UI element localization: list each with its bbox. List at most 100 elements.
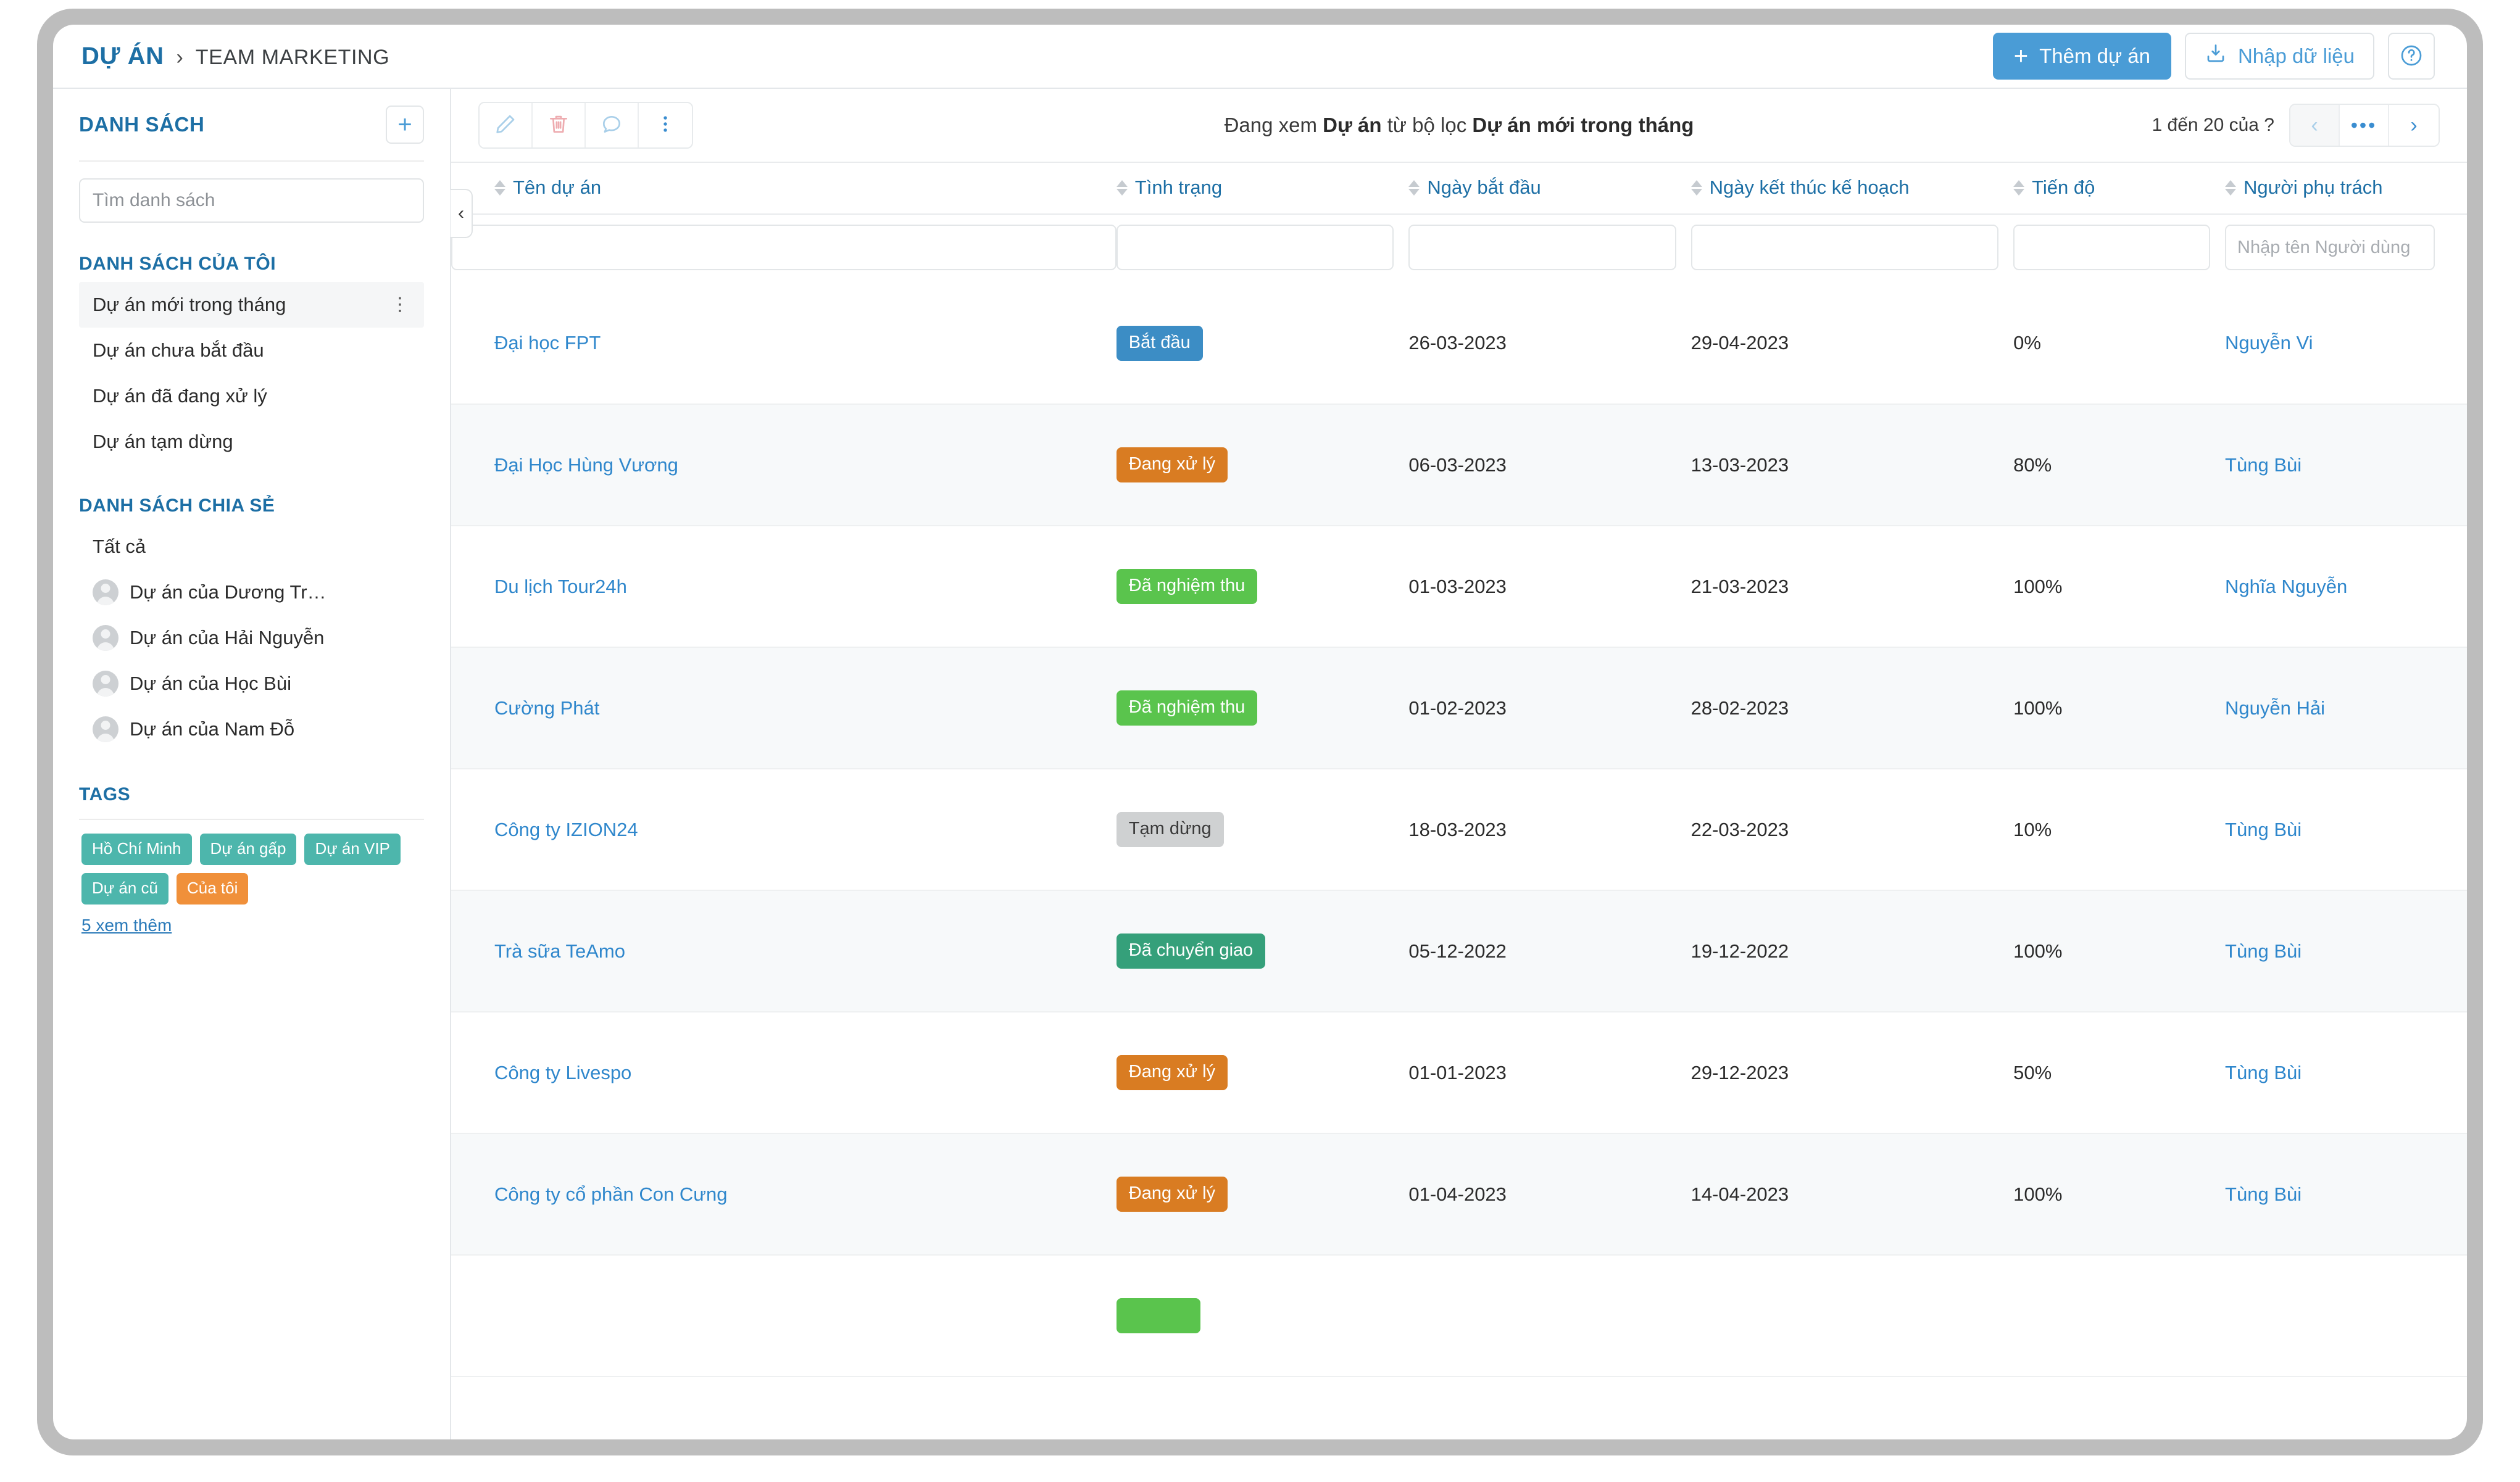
table-row[interactable]: Du lịch Tour24h Đã nghiệm thu 01-03-2023… bbox=[451, 526, 2467, 648]
project-name-link[interactable]: Trà sữa TeAmo bbox=[494, 940, 625, 962]
help-button[interactable] bbox=[2388, 33, 2435, 80]
filter-cell-owner bbox=[2225, 214, 2467, 283]
add-list-button[interactable]: + bbox=[386, 106, 424, 144]
status-badge: Đã nghiệm thu bbox=[1116, 569, 1258, 604]
edit-button[interactable] bbox=[480, 103, 533, 147]
pencil-icon bbox=[494, 112, 517, 139]
column-header-tien-do[interactable]: Tiến độ bbox=[2013, 162, 2226, 215]
view-title-object: Dự án bbox=[1323, 114, 1382, 136]
owner-link[interactable]: Nguyễn Vi bbox=[2225, 332, 2313, 354]
sort-icon[interactable] bbox=[1116, 180, 1128, 196]
project-name-link[interactable]: Cường Phát bbox=[494, 697, 599, 719]
column-header-ngay-ket-thuc-ke-hoach[interactable]: Ngày kết thúc kế hoạch bbox=[1690, 162, 2014, 215]
collapse-sidebar-button[interactable]: ‹ bbox=[451, 189, 473, 238]
projects-table: Tên dự án Tình trạng Ngày bắt đầu Ngày k… bbox=[451, 162, 2467, 1377]
column-header-ngay-bat-dau[interactable]: Ngày bắt đầu bbox=[1408, 162, 1691, 215]
search-list-input[interactable] bbox=[79, 178, 424, 223]
ellipsis-icon: ••• bbox=[2350, 114, 2377, 136]
start-date-cell bbox=[1408, 1255, 1691, 1377]
sort-icon[interactable] bbox=[494, 180, 505, 196]
table-row[interactable]: Công ty cổ phần Con Cưng Đang xử lý 01-0… bbox=[451, 1133, 2467, 1256]
more-vertical-icon[interactable]: ⋮ bbox=[391, 296, 409, 314]
my-lists-heading: DANH SÁCH CỦA TÔI bbox=[79, 254, 277, 274]
owner-link[interactable]: Tùng Bùi bbox=[2225, 1183, 2302, 1205]
column-label: Ngày bắt đầu bbox=[1427, 176, 1541, 198]
project-name-link[interactable]: Công ty IZION24 bbox=[494, 819, 638, 840]
status-badge: Đã nghiệm thu bbox=[1116, 690, 1258, 726]
filter-cell-start bbox=[1408, 214, 1691, 283]
project-name-link[interactable]: Du lịch Tour24h bbox=[494, 576, 627, 597]
owner-link[interactable]: Nguyễn Hải bbox=[2225, 697, 2325, 719]
filter-input-ngay-ket-thuc[interactable] bbox=[1690, 225, 1999, 270]
breadcrumb: DỰ ÁN › TEAM MARKETING bbox=[81, 43, 389, 70]
column-label: Tình trạng bbox=[1134, 176, 1223, 198]
page-options-button[interactable]: ••• bbox=[2340, 105, 2389, 146]
table-scroll-area[interactable]: Tên dự án Tình trạng Ngày bắt đầu Ngày k… bbox=[451, 162, 2467, 1439]
progress-cell: 10% bbox=[2013, 769, 2226, 891]
sidebar-item-du-an-cua-hoc-bui[interactable]: Dự án của Học Bùi bbox=[79, 661, 424, 706]
view-title-filter: Dự án mới trong tháng bbox=[1472, 114, 1694, 136]
owner-link[interactable]: Tùng Bùi bbox=[2225, 1062, 2302, 1083]
filter-input-nguoi-phu-trach[interactable] bbox=[2225, 225, 2435, 270]
sidebar-item-du-an-tam-dung[interactable]: Dự án tạm dừng bbox=[79, 419, 424, 465]
column-label: Người phụ trách bbox=[2243, 176, 2383, 198]
tag-chip[interactable]: Hồ Chí Minh bbox=[81, 834, 192, 865]
owner-link[interactable]: Nghĩa Nguyễn bbox=[2225, 576, 2347, 597]
comment-button[interactable] bbox=[586, 103, 639, 147]
add-project-label: Thêm dự án bbox=[2039, 44, 2150, 67]
project-name-link[interactable]: Đại học FPT bbox=[494, 332, 601, 354]
more-actions-button[interactable] bbox=[639, 103, 692, 147]
tag-chip[interactable]: Dự án gấp bbox=[199, 834, 297, 865]
tag-chip[interactable]: Của tôi bbox=[177, 873, 249, 905]
sidebar-header: DANH SÁCH + bbox=[79, 89, 424, 162]
show-more-tags-link[interactable]: 5 xem thêm bbox=[81, 916, 172, 935]
table-row[interactable]: Cường Phát Đã nghiệm thu 01-02-2023 28-0… bbox=[451, 647, 2467, 769]
table-row[interactable]: Công ty IZION24 Tạm dừng 18-03-2023 22-0… bbox=[451, 769, 2467, 891]
table-row-partial[interactable] bbox=[451, 1255, 2467, 1377]
filter-input-tien-do[interactable] bbox=[2013, 225, 2211, 270]
owner-link[interactable]: Tùng Bùi bbox=[2225, 819, 2302, 840]
status-badge bbox=[1116, 1298, 1201, 1333]
filter-input-ten-du-an[interactable] bbox=[451, 225, 1117, 270]
tag-chip[interactable]: Dự án VIP bbox=[304, 834, 401, 865]
sidebar-item-tat-ca[interactable]: Tất cả bbox=[79, 524, 424, 569]
project-name-link[interactable]: Công ty Livespo bbox=[494, 1062, 631, 1083]
add-project-button[interactable]: + Thêm dự án bbox=[1992, 33, 2171, 80]
delete-button[interactable] bbox=[533, 103, 586, 147]
column-header-nguoi-phu-trach[interactable]: Người phụ trách bbox=[2225, 162, 2467, 215]
owner-link[interactable]: Tùng Bùi bbox=[2225, 940, 2302, 962]
top-bar: DỰ ÁN › TEAM MARKETING + Thêm dự án Nhập… bbox=[53, 25, 2467, 89]
import-data-button[interactable]: Nhập dữ liệu bbox=[2184, 33, 2374, 80]
avatar-icon bbox=[93, 625, 119, 651]
project-name-link[interactable]: Đại Học Hùng Vương bbox=[494, 454, 678, 476]
table-row[interactable]: Trà sữa TeAmo Đã chuyển giao 05-12-2022 … bbox=[451, 890, 2467, 1012]
sidebar-item-du-an-chua-bat-dau[interactable]: Dự án chưa bắt đầu bbox=[79, 328, 424, 373]
filter-input-tinh-trang[interactable] bbox=[1116, 225, 1394, 270]
column-header-tinh-trang[interactable]: Tình trạng bbox=[1116, 162, 1409, 215]
owner-link[interactable]: Tùng Bùi bbox=[2225, 454, 2302, 476]
sidebar-item-du-an-da-dang-xu-ly[interactable]: Dự án đã đang xử lý bbox=[79, 373, 424, 419]
next-page-button[interactable]: › bbox=[2389, 105, 2439, 146]
sidebar-item-du-an-cua-hai-nguyen[interactable]: Dự án của Hải Nguyễn bbox=[79, 615, 424, 661]
project-name-link[interactable]: Công ty cổ phần Con Cưng bbox=[494, 1183, 727, 1205]
view-title-mid: từ bộ lọc bbox=[1381, 114, 1473, 136]
breadcrumb-root[interactable]: DỰ ÁN bbox=[81, 43, 164, 70]
sort-icon[interactable] bbox=[1690, 180, 1702, 196]
sort-icon[interactable] bbox=[1408, 180, 1420, 196]
sort-icon[interactable] bbox=[2225, 180, 2237, 196]
table-row[interactable]: Đại Học Hùng Vương Đang xử lý 06-03-2023… bbox=[451, 404, 2467, 526]
prev-page-button[interactable]: ‹ bbox=[2290, 105, 2340, 146]
trash-icon bbox=[547, 112, 570, 139]
column-header-ten-du-an[interactable]: Tên dự án bbox=[451, 162, 1117, 215]
breadcrumb-leaf[interactable]: TEAM MARKETING bbox=[196, 46, 389, 70]
progress-cell bbox=[2013, 1255, 2226, 1377]
table-row[interactable]: Công ty Livespo Đang xử lý 01-01-2023 29… bbox=[451, 1012, 2467, 1134]
sidebar-item-du-an-moi-trong-thang[interactable]: Dự án mới trong tháng ⋮ bbox=[79, 282, 424, 328]
tag-chip[interactable]: Dự án cũ bbox=[81, 873, 169, 905]
filter-input-ngay-bat-dau[interactable] bbox=[1408, 225, 1676, 270]
sidebar-item-du-an-cua-nam-do[interactable]: Dự án của Nam Đỗ bbox=[79, 706, 424, 752]
table-row[interactable]: Đại học FPT Bắt đầu 26-03-2023 29-04-202… bbox=[451, 283, 2467, 405]
sort-icon[interactable] bbox=[2013, 180, 2025, 196]
help-circle-icon bbox=[2399, 43, 2424, 70]
sidebar-item-du-an-cua-duong-tr[interactable]: Dự án của Dương Tr… bbox=[79, 569, 424, 615]
